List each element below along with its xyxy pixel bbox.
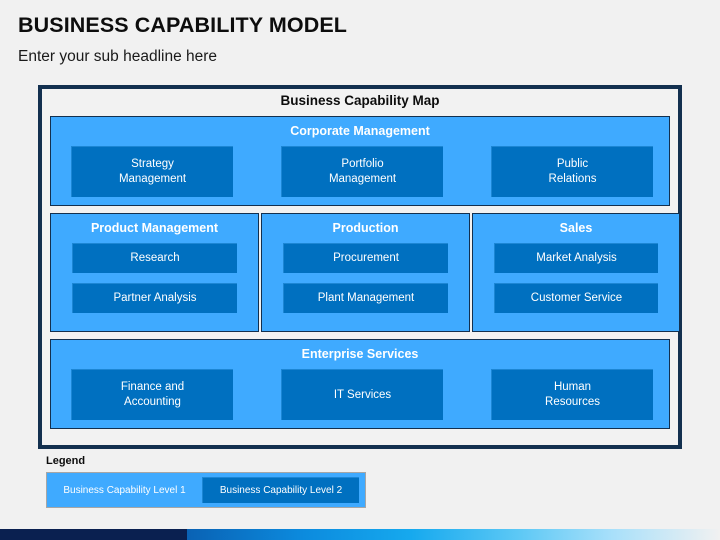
capability-card-customer-service[interactable]: Customer Service: [494, 283, 658, 313]
capability-card-procurement[interactable]: Procurement: [283, 243, 448, 273]
capability-rows: Corporate Management Strategy Management …: [50, 116, 680, 437]
legend-label: Legend: [46, 455, 86, 467]
capability-card-public-relations[interactable]: Public Relations: [491, 146, 653, 197]
capability-card-plant-management[interactable]: Plant Management: [283, 283, 448, 313]
section-title-product-management: Product Management: [90, 221, 219, 235]
footer-band-navy-segment: [0, 529, 188, 540]
capability-card-strategy-management[interactable]: Strategy Management: [71, 146, 233, 197]
section-title-enterprise-services: Enterprise Services: [301, 347, 419, 361]
section-enterprise-services[interactable]: Enterprise Services Finance and Accountin…: [50, 339, 670, 429]
footer-accent-band: [0, 529, 720, 540]
capability-card-finance-and-accounting[interactable]: Finance and Accounting: [71, 369, 233, 420]
legend: Business Capability Level 1 Business Cap…: [46, 472, 366, 508]
capability-card-portfolio-management[interactable]: Portfolio Management: [281, 146, 443, 197]
capability-card-market-analysis[interactable]: Market Analysis: [494, 243, 658, 273]
capability-map-heading: Business Capability Map: [280, 93, 440, 108]
capability-card-it-services[interactable]: IT Services: [281, 369, 443, 420]
section-title-corporate-management: Corporate Management: [290, 124, 430, 138]
section-product-management[interactable]: Product Management Research Partner Anal…: [50, 213, 259, 332]
section-sales[interactable]: Sales Market Analysis Customer Service: [472, 213, 680, 332]
section-corporate-management[interactable]: Corporate Management Strategy Management …: [50, 116, 670, 206]
capability-card-partner-analysis[interactable]: Partner Analysis: [72, 283, 237, 313]
capability-card-research[interactable]: Research: [72, 243, 237, 273]
capability-card-human-resources[interactable]: Human Resources: [491, 369, 653, 420]
footer-band-gradient-segment: [187, 529, 720, 540]
page-subtitle: Enter your sub headline here: [18, 48, 218, 65]
section-title-production: Production: [332, 221, 399, 235]
capability-row-middle: Product Management Research Partner Anal…: [50, 213, 680, 332]
section-production[interactable]: Production Procurement Plant Management: [261, 213, 470, 332]
legend-item-level-1: Business Capability Level 1: [63, 484, 186, 496]
section-title-sales: Sales: [559, 221, 593, 235]
legend-item-level-2: Business Capability Level 2: [202, 477, 359, 503]
capability-map-frame: Business Capability Map Corporate Manage…: [38, 85, 682, 449]
page-title: BUSINESS CAPABILITY MODEL: [18, 13, 348, 37]
